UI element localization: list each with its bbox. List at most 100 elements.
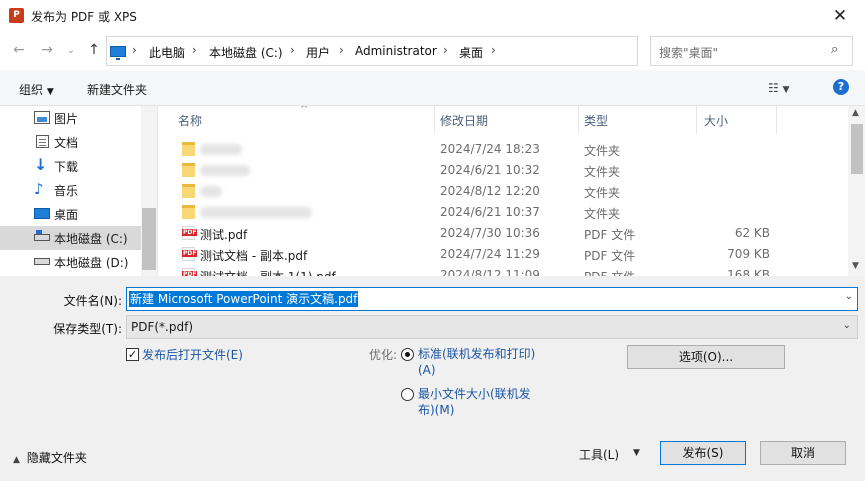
view-options-icon[interactable]: ☷ ▼ [768,81,790,95]
label-line: 最小文件大小(联机发 [418,387,531,401]
file-type: PDF 文件 [584,228,636,242]
drive-icon [34,230,50,241]
back-arrow-icon[interactable]: ← [10,42,28,58]
open-after-publish-label[interactable]: 发布后打开文件(E) [142,346,243,363]
column-header-date[interactable]: 修改日期 [440,112,488,129]
close-button[interactable]: ✕ [826,4,854,28]
desktop-icon [34,208,50,219]
column-divider[interactable] [696,106,697,134]
open-after-publish-checkbox[interactable]: ✓ [126,348,139,361]
file-row[interactable]: 测试文档 - 副本.pdf 2024/7/24 11:29 PDF 文件 709… [158,244,848,265]
breadcrumb-users[interactable]: 用户 [306,44,330,61]
file-row[interactable]: 2024/6/21 10:32 文件夹 [158,160,848,181]
window-title: 发布为 PDF 或 XPS [31,10,137,24]
breadcrumb-separator-icon[interactable]: › [192,43,197,57]
sidebar-item-music[interactable]: ♪ 音乐 [0,178,156,202]
scrollbar-thumb[interactable] [142,208,156,270]
title-bar: P 发布为 PDF 或 XPS ✕ [0,0,865,32]
column-divider[interactable] [434,106,435,134]
scroll-up-arrow-icon[interactable]: ▲ [852,108,859,118]
new-folder-button[interactable]: 新建文件夹 [87,81,147,98]
tools-menu[interactable]: 工具(L) [579,446,619,463]
options-button[interactable]: 选项(O)... [627,345,785,369]
search-box[interactable]: 搜索"桌面" ⌕ [650,36,853,66]
breadcrumb-separator-icon[interactable]: › [339,43,344,57]
column-divider[interactable] [776,106,777,134]
download-icon: ↓ [34,155,48,174]
filetype-value: PDF(*.pdf) [131,320,194,334]
search-placeholder: 搜索"桌面" [659,46,719,60]
sidebar-item-downloads[interactable]: ↓ 下载 [0,154,156,178]
optimize-standard-radio[interactable] [401,348,414,361]
file-date: 2024/7/24 18:23 [440,142,540,156]
pdf-file-icon [182,247,198,261]
sidebar-item-pictures[interactable]: 图片 [0,106,156,130]
optimize-standard-label[interactable]: 标准(联机发布和打印) (A) [418,346,535,378]
organize-menu[interactable]: 组织 ▼ [19,81,54,98]
redacted-name [200,165,250,176]
sidebar-item-label: 文档 [54,136,79,150]
file-row[interactable]: 2024/6/21 10:37 文件夹 [158,202,848,223]
file-type: 文件夹 [584,144,621,158]
sort-ascending-icon: ^ [300,106,309,115]
optimize-minimum-radio[interactable] [401,388,414,401]
navigation-bar: ← → ⌄ ↑ › 此电脑 › 本地磁盘 (C:) › 用户 › Adminis… [0,32,865,70]
sidebar-item-documents[interactable]: 文档 [0,130,156,154]
file-date: 2024/6/21 10:32 [440,163,540,177]
redacted-name [200,144,242,155]
breadcrumb-separator-icon[interactable]: › [132,43,137,57]
optimize-minimum-label[interactable]: 最小文件大小(联机发 布)(M) [418,386,531,418]
sidebar-item-local-disk-c[interactable]: 本地磁盘 (C:) [0,226,156,250]
sidebar-item-desktop[interactable]: 桌面 [0,202,156,226]
file-date: 2024/8/12 12:20 [440,184,540,198]
column-header-name[interactable]: 名称 [178,112,202,129]
redacted-name [200,207,312,218]
breadcrumb-separator-icon[interactable]: › [491,43,496,57]
command-bar: 组织 ▼ 新建文件夹 ☷ ▼ ? [0,70,865,106]
file-row[interactable]: 测试.pdf 2024/7/30 10:36 PDF 文件 62 KB [158,223,848,244]
breadcrumb-this-pc[interactable]: 此电脑 [149,44,185,61]
filetype-select[interactable]: PDF(*.pdf) ⌄ [126,315,858,339]
recent-locations-chevron-icon[interactable]: ⌄ [62,45,80,56]
breadcrumb-desktop[interactable]: 桌面 [459,44,483,61]
sidebar-item-label: 下载 [54,160,79,174]
hide-folders-toggle[interactable]: ▲ 隐藏文件夹 [13,449,87,466]
chevron-down-icon[interactable]: ⌄ [845,291,853,302]
caret-up-icon: ▲ [13,455,20,465]
breadcrumb-administrator[interactable]: Administrator [355,44,437,58]
scroll-down-arrow-icon[interactable]: ▼ [852,261,859,271]
help-icon[interactable]: ? [833,79,849,95]
folder-icon [182,205,195,219]
file-name: 测试文档 - 副本 1(1).pdf [200,268,336,276]
breadcrumb-separator-icon[interactable]: › [443,43,448,57]
cancel-button[interactable]: 取消 [760,441,846,465]
forward-arrow-icon[interactable]: → [38,42,56,58]
filename-input[interactable]: 新建 Microsoft PowerPoint 演示文稿.pdf ⌄ [126,287,858,311]
file-list-scrollbar[interactable]: ▲ ▼ [848,106,865,276]
column-header-type[interactable]: 类型 [584,112,608,129]
sidebar-scrollbar[interactable] [141,106,157,276]
folder-icon [182,163,195,177]
search-icon[interactable]: ⌕ [831,42,838,57]
breadcrumb-local-disk-c[interactable]: 本地磁盘 (C:) [209,44,283,61]
file-type: PDF 文件 [584,249,636,263]
sidebar-item-local-disk-d[interactable]: 本地磁盘 (D:) [0,250,156,274]
hide-folders-label: 隐藏文件夹 [26,451,87,465]
column-divider[interactable] [578,106,579,134]
tools-dropdown-icon[interactable]: ▼ [633,448,640,458]
file-row[interactable]: 2024/7/24 18:23 文件夹 [158,139,848,160]
organize-label: 组织 [19,83,44,97]
drive-icon [34,258,50,265]
breadcrumb-separator-icon[interactable]: › [290,43,295,57]
file-row[interactable]: 测试文档 - 副本 1(1).pdf 2024/8/12 11:09 PDF 文… [158,265,848,276]
scrollbar-thumb[interactable] [851,124,863,174]
filename-label: 文件名(N): [63,294,122,308]
column-header-size[interactable]: 大小 [704,112,728,129]
pdf-file-icon [182,226,198,240]
address-bar[interactable]: › 此电脑 › 本地磁盘 (C:) › 用户 › Administrator ›… [106,36,732,66]
up-arrow-icon[interactable]: ↑ [85,42,103,58]
publish-button[interactable]: 发布(S) [660,441,746,465]
folder-icon [182,184,195,198]
file-row[interactable]: 2024/8/12 12:20 文件夹 [158,181,848,202]
music-icon: ♪ [34,180,44,198]
